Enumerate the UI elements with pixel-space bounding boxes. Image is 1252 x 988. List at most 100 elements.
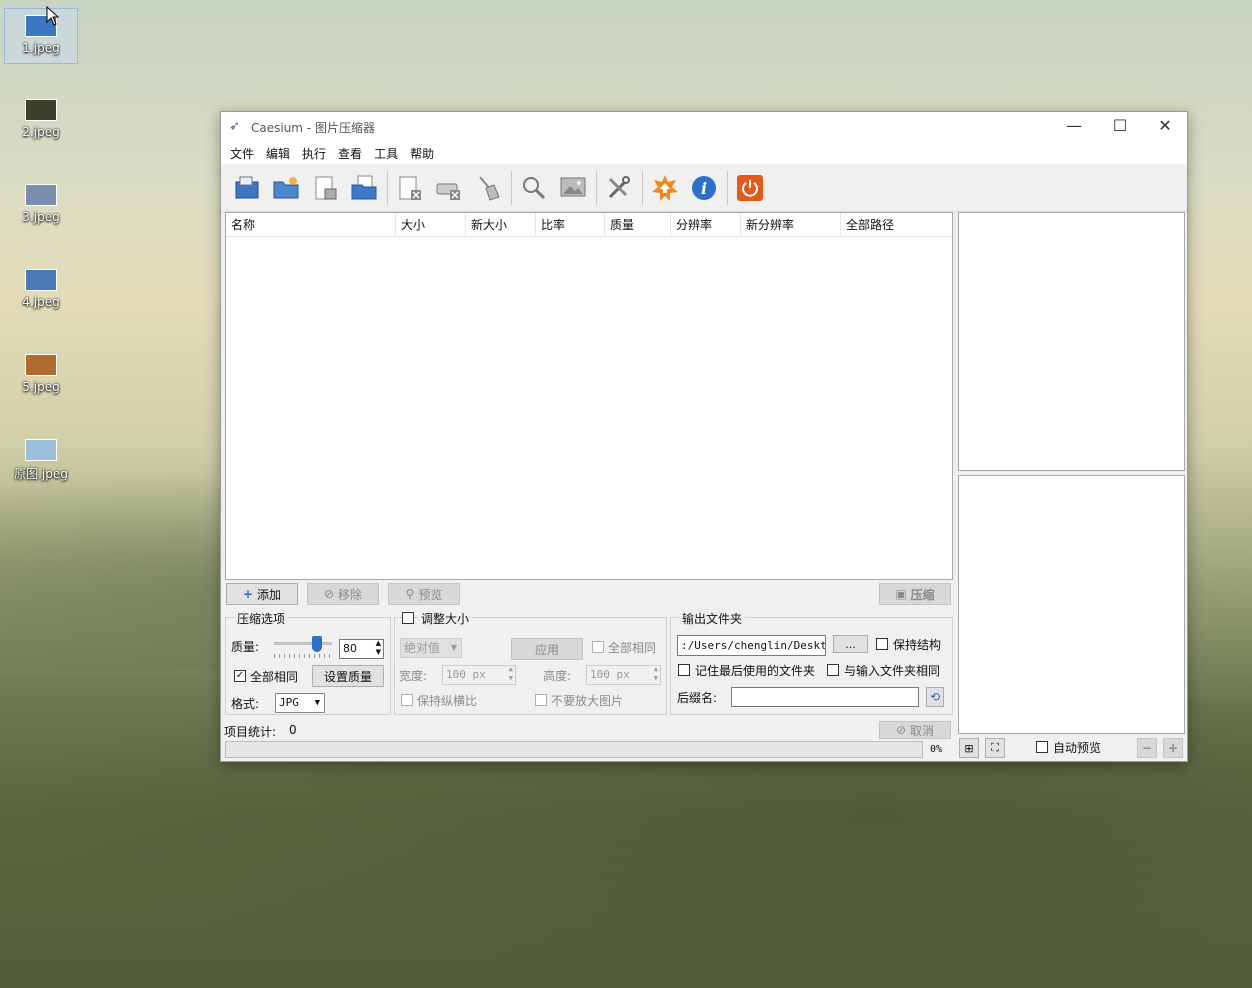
output-path-field[interactable]: :/Users/chenglin/Desktop	[677, 635, 826, 656]
column-full-path[interactable]: 全部路径	[841, 213, 952, 236]
column-quality[interactable]: 质量	[605, 213, 671, 236]
clean-broom-icon[interactable]	[470, 170, 506, 206]
resize-same-checkbox[interactable]	[592, 641, 604, 653]
zoom-in-icon[interactable]: +	[1163, 738, 1183, 758]
same-quality-checkbox[interactable]: ✓	[234, 670, 246, 682]
desktop-file-icon[interactable]: 3.jpeg	[4, 178, 78, 234]
width-spinbox[interactable]: 100 px ▲ ▼	[442, 665, 516, 685]
menu-tools[interactable]: 工具	[368, 145, 404, 162]
magnifier-icon: ⚲	[405, 587, 415, 601]
fullscreen-icon[interactable]: ⛶	[985, 738, 1005, 758]
same-quality-label: 全部相同	[250, 670, 299, 684]
output-folder-group: 输出文件夹 :/Users/chenglin/Desktop ... 保持结构 …	[670, 610, 953, 715]
remove-button[interactable]: ⊘ 移除	[307, 583, 379, 605]
info-icon[interactable]: i	[686, 170, 722, 206]
quality-slider-handle[interactable]	[312, 636, 322, 652]
column-ratio[interactable]: 比率	[536, 213, 605, 236]
spinbox-arrows-icon[interactable]: ▲ ▼	[509, 666, 513, 683]
save-list-icon[interactable]	[307, 170, 343, 206]
remember-last-checkbox[interactable]	[678, 664, 690, 676]
remove-item-icon[interactable]	[392, 170, 428, 206]
no-enlarge-checkbox[interactable]	[535, 694, 547, 706]
keep-ratio-checkbox[interactable]	[401, 694, 413, 706]
close-button[interactable]: ✕	[1142, 112, 1188, 142]
settings-tools-icon[interactable]	[601, 170, 637, 206]
resize-same-label: 全部相同	[608, 641, 657, 655]
zoom-out-icon[interactable]: −	[1137, 738, 1157, 758]
menu-file[interactable]: 文件	[224, 145, 260, 162]
preview-image-icon[interactable]	[555, 170, 591, 206]
clear-drive-icon[interactable]	[431, 170, 467, 206]
same-as-input-label: 与输入文件夹相同	[844, 664, 941, 678]
resize-checkbox[interactable]	[402, 612, 414, 624]
auto-preview-checkbox[interactable]	[1036, 741, 1048, 753]
menu-view[interactable]: 查看	[332, 145, 368, 162]
browse-button[interactable]: ...	[833, 635, 868, 653]
keep-structure-checkbox[interactable]	[876, 638, 888, 650]
toolbar-separator	[511, 170, 512, 205]
quality-spinbox[interactable]: 80 ▲ ▼	[339, 639, 384, 659]
file-list[interactable]: 名称 大小 新大小 比率 质量 分辨率 新分辨率 全部路径	[225, 212, 953, 580]
cancel-button[interactable]: ⊘ 取消	[879, 721, 951, 739]
column-resolution[interactable]: 分辨率	[671, 213, 741, 236]
image-thumbnail-icon	[25, 99, 57, 121]
resize-mode-select[interactable]: 绝对值 ▼	[400, 638, 462, 658]
maximize-button[interactable]: ☐	[1097, 112, 1143, 142]
fit-grid-icon[interactable]: ⊞	[959, 738, 979, 758]
search-icon[interactable]	[516, 170, 552, 206]
format-label: 格式:	[231, 697, 260, 711]
compress-button[interactable]: ▣ 压缩	[879, 583, 951, 605]
add-files-icon[interactable]	[229, 170, 265, 206]
toolbar: i	[221, 164, 1187, 212]
menu-run[interactable]: 执行	[296, 145, 332, 162]
caesium-window: ➶ Caesium - 图片压缩器 — ☐ ✕ 文件 编辑 执行 查看 工具 帮…	[220, 111, 1188, 762]
compressed-preview-pane	[958, 475, 1185, 734]
column-new-resolution[interactable]: 新分辨率	[741, 213, 841, 236]
image-thumbnail-icon	[25, 184, 57, 206]
no-entry-icon: ⊘	[895, 723, 907, 737]
refresh-icon[interactable]: ⟲	[926, 687, 944, 707]
minimize-button[interactable]: —	[1051, 112, 1097, 142]
menu-help[interactable]: 帮助	[404, 145, 440, 162]
menu-edit[interactable]: 编辑	[260, 145, 296, 162]
update-star-icon[interactable]	[647, 170, 683, 206]
resize-group: 调整大小 绝对值 ▼ 应用 全部相同 宽度: 100 px ▲ ▼ 高度: 100…	[394, 610, 667, 715]
same-as-input-checkbox[interactable]	[827, 664, 839, 676]
desktop-file-icon[interactable]: 原图.jpeg	[4, 433, 78, 489]
desktop-file-icon[interactable]: 4.jpeg	[4, 263, 78, 319]
column-size[interactable]: 大小	[396, 213, 466, 236]
chevron-down-icon: ▼	[450, 643, 457, 652]
add-folder-icon[interactable]	[268, 170, 304, 206]
desktop-file-label: 3.jpeg	[22, 210, 60, 224]
spinbox-arrows-icon[interactable]: ▲ ▼	[376, 640, 381, 657]
compression-options-group: 压缩选项 质量: 80 ▲ ▼ ✓ 全部相同 设置质量 格式: JPG ▼	[225, 610, 391, 715]
preview-button[interactable]: ⚲ 预览	[388, 583, 460, 605]
title-bar[interactable]: ➶ Caesium - 图片压缩器 — ☐ ✕	[221, 112, 1187, 142]
resize-title: 调整大小	[418, 610, 473, 627]
column-new-size[interactable]: 新大小	[466, 213, 536, 236]
add-button[interactable]: + 添加	[226, 583, 298, 605]
compression-options-title: 压缩选项	[234, 610, 289, 627]
desktop-file-label: 1.jpeg	[22, 41, 60, 55]
desktop-file-icon[interactable]: 5.jpeg	[4, 348, 78, 404]
quality-slider[interactable]	[274, 636, 332, 660]
image-thumbnail-icon	[25, 439, 57, 461]
set-quality-button[interactable]: 设置质量	[312, 665, 384, 687]
desktop-file-label: 2.jpeg	[22, 125, 60, 139]
image-thumbnail-icon	[25, 354, 57, 376]
desktop-file-icon[interactable]: 1.jpeg	[4, 8, 78, 64]
height-spinbox[interactable]: 100 px ▲ ▼	[586, 665, 661, 685]
spinbox-arrows-icon[interactable]: ▲ ▼	[654, 666, 658, 683]
height-label: 高度:	[543, 669, 572, 683]
remember-last-label: 记住最后使用的文件夹	[695, 664, 816, 678]
window-title: Caesium - 图片压缩器	[251, 120, 375, 135]
format-select[interactable]: JPG ▼	[275, 693, 325, 713]
power-icon[interactable]	[732, 170, 768, 206]
column-name[interactable]: 名称	[226, 213, 396, 236]
keep-ratio-label: 保持纵横比	[417, 694, 478, 708]
apply-button[interactable]: 应用	[511, 638, 583, 660]
open-list-icon[interactable]	[346, 170, 382, 206]
toolbar-separator	[387, 170, 388, 205]
suffix-input[interactable]	[731, 687, 919, 707]
desktop-file-icon[interactable]: 2.jpeg	[4, 93, 78, 149]
